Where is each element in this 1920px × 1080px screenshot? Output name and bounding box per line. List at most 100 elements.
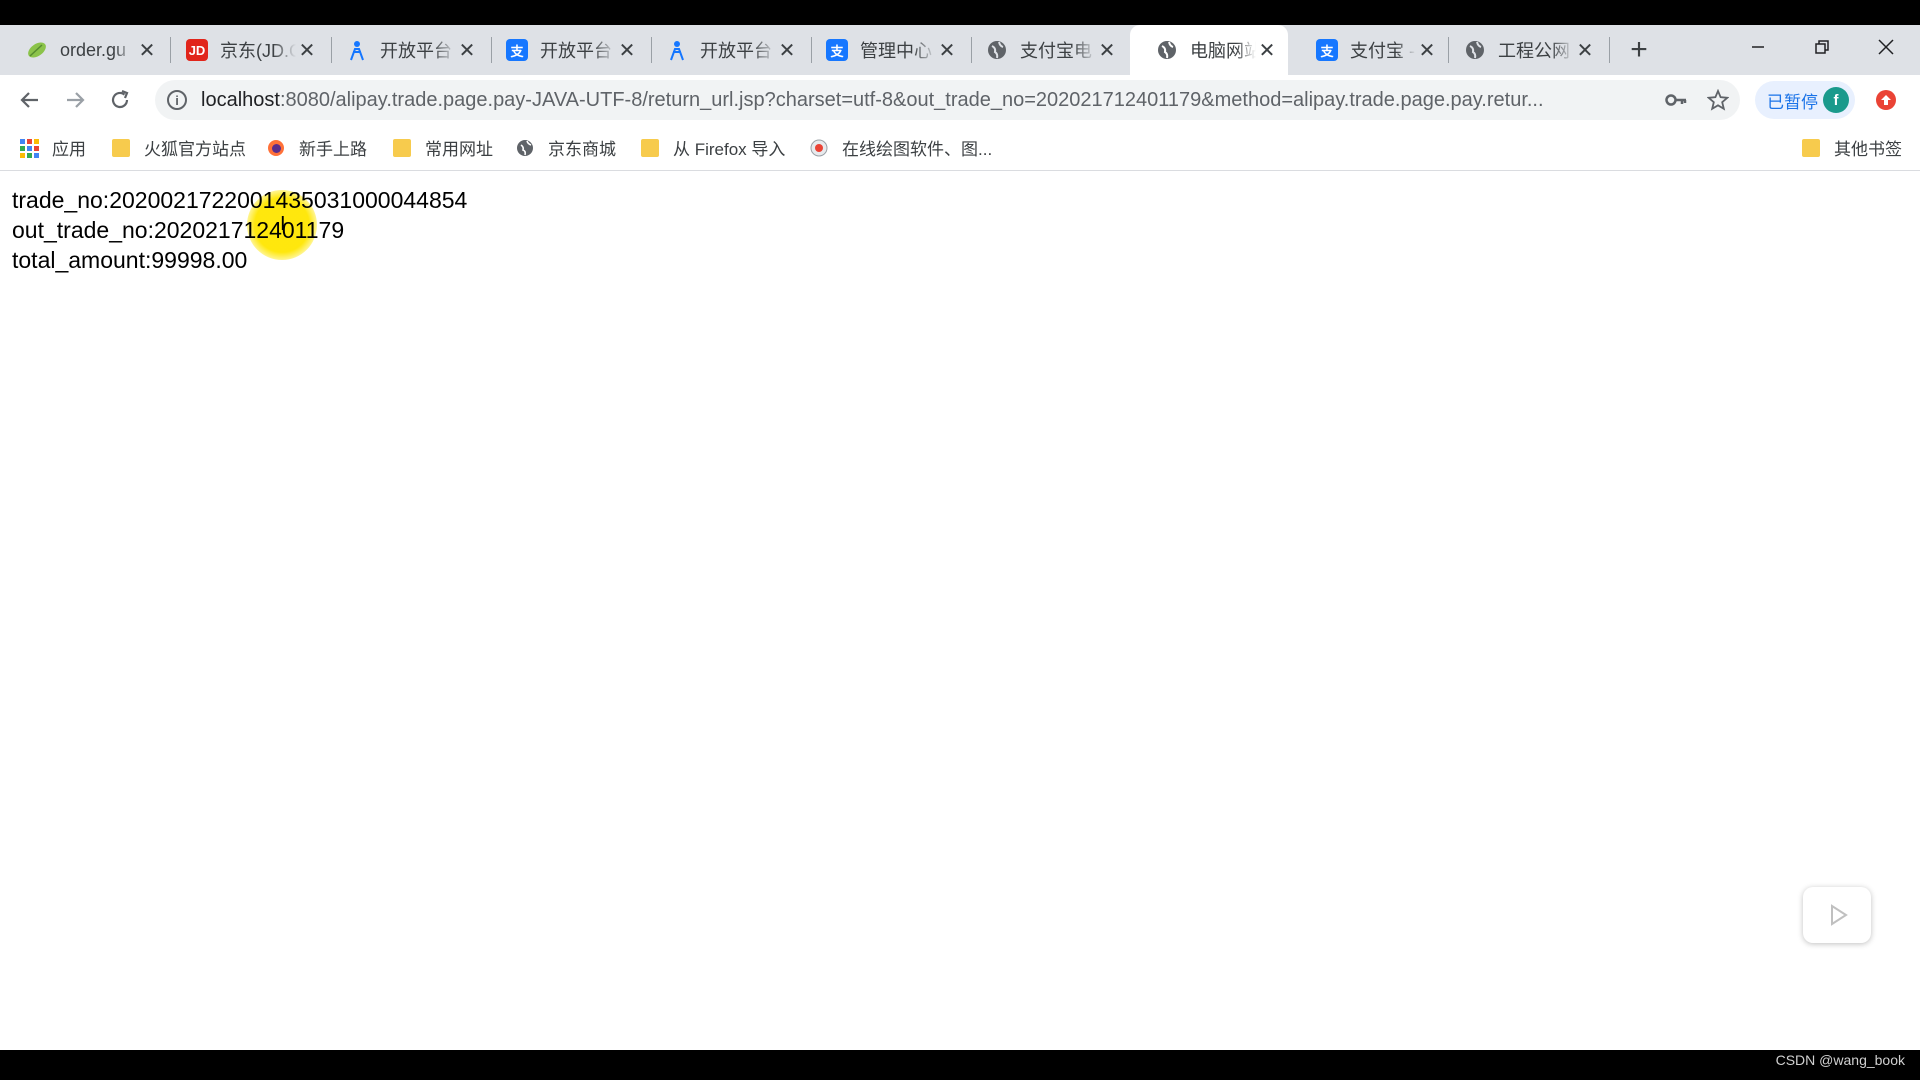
bookmark-import-firefox[interactable]: 从 Firefox 导入 [641,125,785,170]
apps-icon [20,138,39,158]
bookmark-label: 常用网址 [425,140,493,159]
bookmark-label: 火狐官方站点 [144,140,246,159]
out-trade-no-line: out_trade_no:202021712401179 [12,217,345,243]
globe-icon [1156,39,1178,61]
info-icon[interactable]: i [167,90,187,110]
developer-icon [346,39,368,61]
bookmark-common-sites[interactable]: 常用网址 [393,125,493,170]
address-bar[interactable]: i localhost:8080/alipay.trade.page.pay-J… [155,80,1740,120]
tab-title: 工程公网 [1498,41,1570,61]
close-icon[interactable]: ✕ [1096,38,1118,63]
minimize-button[interactable] [1728,25,1788,69]
alipay-icon: 支 [506,39,528,61]
bookmark-label: 从 Firefox 导入 [673,140,786,159]
tab-title: 开放平台 [700,41,772,61]
folder-icon [641,138,659,157]
tab-divider [1609,37,1610,63]
bookmark-label: 京东商城 [548,140,616,159]
jd-icon: JD [186,39,208,61]
alipay-icon: 支 [1316,39,1338,61]
update-icon[interactable] [1876,90,1896,110]
globe-icon [986,39,1008,61]
total-amount-line: total_amount:99998.00 [12,247,248,273]
url-path: :8080/alipay.trade.page.pay-JAVA-UTF-8/r… [279,88,1544,111]
tab-jd[interactable]: JD 京东(JD.C ✕ [160,25,328,75]
drawio-icon [810,139,828,157]
text-cursor-icon: I [280,213,286,235]
tab-management-center[interactable]: 支 管理中心 ✕ [800,25,968,75]
bookmark-drawio[interactable]: 在线绘图软件、图... [810,125,992,170]
url-text[interactable]: localhost:8080/alipay.trade.page.pay-JAV… [201,89,1656,112]
reload-button[interactable] [103,83,137,117]
alipay-icon: 支 [826,39,848,61]
tab-strip: order.gu ✕ JD 京东(JD.C ✕ 开放平台 ✕ 支 开放平台 ✕ [0,25,1920,75]
tab-title: 支付宝电 [1020,41,1092,61]
tab-title: 管理中心 [860,41,932,61]
url-host: localhost [201,88,280,111]
close-icon[interactable]: ✕ [136,38,158,63]
tab-title: 开放平台 [540,41,612,61]
close-icon[interactable]: ✕ [456,38,478,63]
reload-icon [111,89,129,109]
close-icon[interactable]: ✕ [616,38,638,63]
play-icon [1831,904,1848,926]
close-window-button[interactable] [1856,25,1916,69]
toolbar: i localhost:8080/alipay.trade.page.pay-J… [0,75,1920,125]
close-icon[interactable]: ✕ [1574,38,1596,63]
bookmark-label: 新手上路 [299,140,367,159]
browser-window: order.gu ✕ JD 京东(JD.C ✕ 开放平台 ✕ 支 开放平台 ✕ [0,25,1920,1050]
restore-button[interactable] [1792,25,1852,69]
trade-no-line: trade_no:2020021722001435031000044854 [12,187,468,213]
avatar: f [1823,87,1849,113]
tab-open-platform-3[interactable]: 开放平台 ✕ [640,25,808,75]
folder-icon [1802,138,1820,157]
tab-title: 支付宝 - [1350,41,1415,61]
tab-open-platform-2[interactable]: 支 开放平台 ✕ [480,25,648,75]
key-icon[interactable] [1656,80,1696,120]
tab-title: order.gu [60,39,127,60]
star-icon[interactable] [1696,80,1740,120]
tab-open-platform-1[interactable]: 开放平台 ✕ [320,25,488,75]
bookmark-label: 其他书签 [1834,140,1902,159]
bookmark-getting-started[interactable]: 新手上路 [267,125,367,170]
globe-icon [1464,39,1486,61]
video-play-button[interactable] [1803,887,1871,943]
close-icon[interactable]: ✕ [1256,38,1278,63]
tab-title: 开放平台 [380,41,452,61]
back-button[interactable] [13,83,47,117]
developer-icon [666,39,688,61]
bookmark-firefox-sites[interactable]: 火狐官方站点 [112,125,246,170]
tab-title: 电脑网站 [1190,41,1256,61]
arrow-right-icon [67,92,85,108]
bookmarks-bar: 应用 火狐官方站点 新手上路 常用网址 京东商城 从 Firefox 导入 在线… [0,125,1920,171]
tab-order[interactable]: order.gu ✕ [0,25,168,75]
watermark: CSDN @wang_book [1775,1052,1905,1068]
new-tab-button[interactable]: + [1622,25,1656,75]
sync-status-label: 已暂停 [1767,92,1818,112]
sync-paused-button[interactable]: 已暂停 f [1755,81,1855,119]
tab-title: 京东(JD.C [220,41,296,61]
leaf-icon [26,39,48,61]
bookmark-other[interactable]: 其他书签 [1802,125,1902,170]
bookmark-apps[interactable]: 应用 [20,125,86,170]
bookmark-label: 应用 [52,140,86,159]
globe-icon [516,139,534,157]
forward-button[interactable] [58,83,92,117]
close-icon[interactable]: ✕ [296,38,318,63]
tab-project-network[interactable]: 工程公网 ✕ [1438,25,1606,75]
bookmark-label: 在线绘图软件、图... [842,140,993,159]
close-icon [1878,39,1894,55]
folder-icon [393,138,411,157]
arrow-left-icon [20,92,38,108]
close-icon[interactable]: ✕ [936,38,958,63]
minimize-icon [1752,46,1764,48]
close-icon[interactable]: ✕ [1416,38,1438,63]
firefox-icon [267,139,285,157]
tab-alipay-pc[interactable]: 支付宝电 ✕ [960,25,1128,75]
page-content: trade_no:2020021722001435031000044854 ou… [12,185,467,275]
close-icon[interactable]: ✕ [776,38,798,63]
bookmark-jd-mall[interactable]: 京东商城 [516,125,616,170]
tab-pc-website-active[interactable]: 电脑网站 ✕ [1130,25,1288,75]
tab-alipay[interactable]: 支 支付宝 - ✕ [1290,25,1448,75]
restore-icon [1815,40,1829,54]
